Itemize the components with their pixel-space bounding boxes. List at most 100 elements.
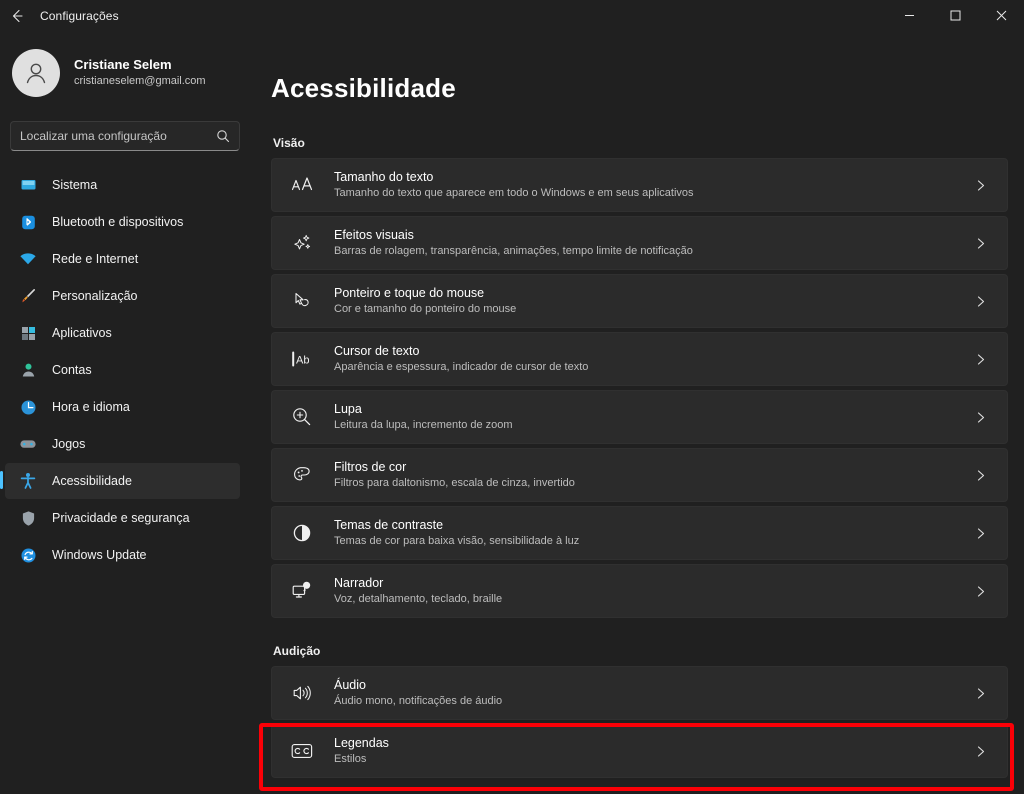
sidebar-item-label: Personalização — [52, 289, 138, 303]
bluetooth-icon — [18, 212, 38, 232]
chevron-right-icon — [974, 295, 993, 308]
text-cursor-icon: Ab — [288, 349, 316, 369]
sidebar-item-label: Windows Update — [52, 548, 147, 562]
sparkle-icon — [288, 232, 316, 254]
back-button[interactable] — [0, 1, 34, 31]
setting-card-efeitos-visuais[interactable]: Efeitos visuais Barras de rolagem, trans… — [271, 216, 1008, 270]
chevron-right-icon — [974, 469, 993, 482]
sidebar-item-rede[interactable]: Rede e Internet — [5, 241, 240, 277]
setting-card-audio[interactable]: Áudio Áudio mono, notificações de áudio — [271, 666, 1008, 720]
search-input[interactable] — [20, 129, 216, 143]
sidebar-item-bluetooth[interactable]: Bluetooth e dispositivos — [5, 204, 240, 240]
card-subtitle: Voz, detalhamento, teclado, braille — [334, 593, 503, 605]
card-subtitle: Áudio mono, notificações de áudio — [334, 695, 503, 707]
wifi-icon — [18, 249, 38, 269]
back-arrow-icon — [12, 9, 23, 22]
shield-icon — [18, 508, 38, 528]
sidebar-item-label: Bluetooth e dispositivos — [52, 215, 184, 229]
contrast-circle-icon — [288, 522, 316, 544]
setting-card-legendas[interactable]: Legendas Estilos — [271, 724, 1008, 778]
setting-card-lupa[interactable]: Lupa Leitura da lupa, incremento de zoom — [271, 390, 1008, 444]
account-name: Cristiane Selem — [74, 57, 172, 72]
sidebar-item-privacidade[interactable]: Privacidade e segurança — [5, 500, 240, 536]
mouse-pointer-icon — [288, 290, 316, 312]
sidebar-item-aplicativos[interactable]: Aplicativos — [5, 315, 240, 351]
title-bar: Configurações — [0, 0, 1024, 31]
magnifier-plus-icon — [288, 406, 316, 428]
sidebar-item-acessibilidade[interactable]: Acessibilidade — [0, 463, 240, 499]
chevron-right-icon — [974, 237, 993, 250]
sidebar-item-label: Contas — [52, 363, 92, 377]
account-block[interactable]: Cristiane Selem cristianeselem@gmail.com — [0, 39, 262, 101]
chevron-right-icon — [974, 527, 993, 540]
sidebar-item-hora[interactable]: Hora e idioma — [5, 389, 240, 425]
avatar — [12, 49, 60, 97]
chevron-right-icon — [974, 179, 993, 192]
card-title: Temas de contraste — [334, 518, 444, 532]
card-title: Efeitos visuais — [334, 228, 414, 242]
apps-grid-icon — [18, 323, 38, 343]
sidebar-item-label: Acessibilidade — [52, 474, 132, 488]
card-subtitle: Tamanho do texto que aparece em todo o W… — [334, 187, 694, 199]
card-title: Cursor de texto — [334, 344, 420, 358]
card-subtitle: Estilos — [334, 753, 367, 765]
svg-text:Ab: Ab — [296, 355, 309, 367]
search-box[interactable] — [10, 121, 240, 151]
sidebar-item-label: Hora e idioma — [52, 400, 130, 414]
close-icon — [996, 10, 1006, 21]
page-title: Acessibilidade — [271, 73, 456, 103]
setting-card-filtros-de-cor[interactable]: Filtros de cor Filtros para daltonismo, … — [271, 448, 1008, 502]
card-subtitle: Cor e tamanho do ponteiro do mouse — [334, 303, 517, 315]
person-icon — [18, 360, 38, 380]
setting-card-narrador[interactable]: Narrador Voz, detalhamento, teclado, bra… — [271, 564, 1008, 618]
speaker-volume-icon — [288, 682, 316, 704]
text-size-icon — [288, 175, 316, 195]
setting-card-temas-de-contraste[interactable]: Temas de contraste Temas de cor para bai… — [271, 506, 1008, 560]
setting-card-cursor-de-texto[interactable]: Ab Cursor de texto Aparência e espessura… — [271, 332, 1008, 386]
person-avatar-icon — [26, 63, 46, 84]
window-title: Configurações — [40, 8, 119, 23]
card-title: Tamanho do texto — [334, 170, 434, 184]
sidebar-item-personalizacao[interactable]: Personalização — [5, 278, 240, 314]
search-container — [0, 101, 262, 151]
setting-card-tamanho-do-texto[interactable]: Tamanho do texto Tamanho do texto que ap… — [271, 158, 1008, 212]
card-title: Narrador — [334, 576, 384, 590]
update-refresh-icon — [18, 545, 38, 565]
minimize-icon — [904, 15, 914, 16]
sidebar-item-sistema[interactable]: Sistema — [5, 167, 240, 203]
sidebar-item-windows-update[interactable]: Windows Update — [5, 537, 240, 573]
section-heading-audicao: Audição — [273, 644, 321, 658]
gamepad-icon — [18, 434, 38, 454]
card-title: Lupa — [334, 402, 362, 416]
closed-caption-icon — [288, 741, 316, 761]
card-subtitle: Barras de rolagem, transparência, animaç… — [334, 245, 693, 257]
minimize-button[interactable] — [886, 0, 932, 31]
card-subtitle: Aparência e espessura, indicador de curs… — [334, 361, 589, 373]
maximize-button[interactable] — [932, 0, 978, 31]
monitor-icon — [18, 175, 38, 195]
accessibility-icon — [18, 471, 38, 491]
maximize-icon — [950, 10, 960, 21]
setting-card-ponteiro-e-toque-do-mouse[interactable]: Ponteiro e toque do mouse Cor e tamanho … — [271, 274, 1008, 328]
card-title: Ponteiro e toque do mouse — [334, 286, 485, 300]
search-icon — [216, 129, 230, 143]
sidebar-item-jogos[interactable]: Jogos — [5, 426, 240, 462]
sidebar-nav: Sistema Bluetooth e dispositivos Rede e … — [0, 167, 262, 573]
sidebar-item-label: Privacidade e segurança — [52, 511, 190, 525]
card-title: Filtros de cor — [334, 460, 407, 474]
chevron-right-icon — [974, 411, 993, 424]
sidebar-item-label: Rede e Internet — [52, 252, 139, 266]
card-subtitle: Filtros para daltonismo, escala de cinza… — [334, 477, 575, 489]
main-content: Acessibilidade Visão Tamanho do texto Ta… — [262, 31, 1024, 794]
chevron-right-icon — [974, 745, 993, 758]
sidebar-item-contas[interactable]: Contas — [5, 352, 240, 388]
sidebar-item-label: Jogos — [52, 437, 86, 451]
account-email: cristianeselem@gmail.com — [74, 75, 206, 87]
sidebar: Cristiane Selem cristianeselem@gmail.com — [0, 31, 262, 794]
color-palette-icon — [288, 464, 316, 486]
close-button[interactable] — [978, 0, 1024, 31]
sidebar-item-label: Sistema — [52, 178, 98, 192]
clock-icon — [18, 397, 38, 417]
section-heading-visao: Visão — [273, 136, 305, 150]
chevron-right-icon — [974, 585, 993, 598]
